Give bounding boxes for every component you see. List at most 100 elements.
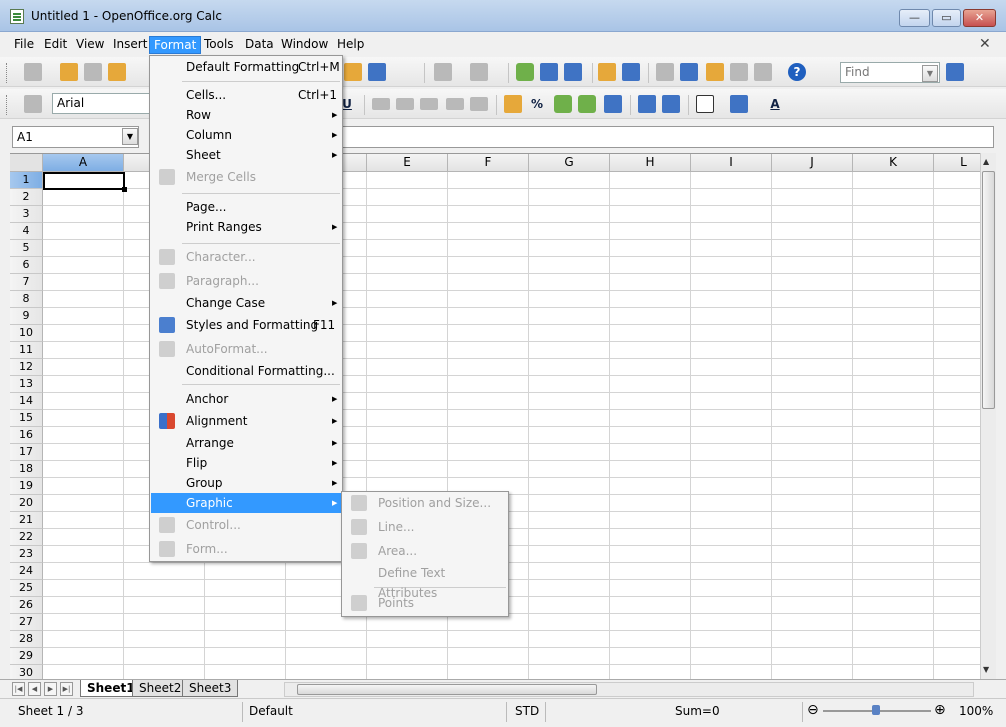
borders-icon[interactable] (696, 95, 714, 113)
menu-format[interactable]: Format (149, 36, 202, 54)
graphic-menu-area[interactable]: Area... (343, 541, 507, 561)
format-menu-flip[interactable]: Flip ▶ (151, 453, 341, 473)
row-header-17[interactable]: 17 (10, 444, 43, 461)
menu-data[interactable]: Data (241, 36, 278, 54)
format-menu-character[interactable]: Character... (151, 247, 341, 267)
zoom-in-icon[interactable]: ⊕ (934, 702, 946, 718)
undo-icon[interactable] (434, 63, 452, 81)
sort-descending-icon[interactable] (564, 63, 582, 81)
redo-icon[interactable] (470, 63, 488, 81)
menu-view[interactable]: View (72, 36, 108, 54)
close-window-button[interactable]: ✕ (963, 9, 996, 27)
find-dropdown-icon[interactable]: ▼ (922, 65, 938, 82)
menu-insert[interactable]: Insert (109, 36, 151, 54)
menu-edit[interactable]: Edit (40, 36, 71, 54)
format-menu-autoformat[interactable]: AutoFormat... (151, 339, 341, 359)
row-header-19[interactable]: 19 (10, 478, 43, 495)
zoom-slider-knob[interactable] (872, 705, 880, 715)
increase-indent-icon[interactable] (662, 95, 680, 113)
row-header-12[interactable]: 12 (10, 359, 43, 376)
row-header-1[interactable]: 1 (10, 172, 43, 189)
first-sheet-icon[interactable]: |◀ (12, 682, 25, 696)
row-header-11[interactable]: 11 (10, 342, 43, 359)
horizontal-scroll-thumb[interactable] (297, 684, 597, 695)
percent-icon[interactable]: % (528, 95, 546, 113)
last-sheet-icon[interactable]: ▶| (60, 682, 73, 696)
currency-icon[interactable] (504, 95, 522, 113)
horizontal-scrollbar[interactable] (284, 682, 974, 697)
background-color-icon[interactable] (730, 95, 748, 113)
scroll-down-icon[interactable]: ▼ (983, 665, 989, 674)
paste-icon[interactable] (344, 63, 362, 81)
row-header-2[interactable]: 2 (10, 189, 43, 206)
vertical-scroll-thumb[interactable] (982, 171, 995, 409)
column-header-f[interactable]: F (448, 154, 529, 172)
format-menu-column[interactable]: Column ▶ (151, 125, 341, 145)
zoom-out-icon[interactable]: ⊖ (807, 702, 819, 718)
row-header-22[interactable]: 22 (10, 529, 43, 546)
navigator-icon[interactable] (680, 63, 698, 81)
vertical-scrollbar[interactable]: ▲ ▼ (980, 153, 996, 679)
format-menu-page[interactable]: Page... (151, 197, 341, 217)
row-header-8[interactable]: 8 (10, 291, 43, 308)
clone-formatting-icon[interactable] (368, 63, 386, 81)
delete-decimal-icon[interactable] (604, 95, 622, 113)
format-menu-sheet[interactable]: Sheet ▶ (151, 145, 341, 165)
name-box-dropdown-icon[interactable]: ▼ (122, 128, 138, 145)
row-header-28[interactable]: 28 (10, 631, 43, 648)
menu-help[interactable]: Help (333, 36, 368, 54)
format-menu-row[interactable]: Row ▶ (151, 105, 341, 125)
format-menu-form[interactable]: Form... (151, 539, 341, 559)
row-header-30[interactable]: 30 (10, 665, 43, 679)
format-menu-cells[interactable]: Cells... Ctrl+1 (151, 85, 341, 105)
format-menu-alignment[interactable]: Alignment ▶ (151, 411, 341, 431)
select-all-corner[interactable] (10, 154, 43, 172)
font-name-input[interactable]: Arial (52, 93, 152, 114)
minimize-button[interactable]: — (899, 9, 930, 27)
sheet-tab-3[interactable]: Sheet3 (182, 680, 239, 697)
help-icon[interactable]: ? (788, 63, 806, 81)
row-header-24[interactable]: 24 (10, 563, 43, 580)
format-menu-merge-cells[interactable]: Merge Cells (151, 167, 341, 187)
menu-tools[interactable]: Tools (200, 36, 238, 54)
row-header-18[interactable]: 18 (10, 461, 43, 478)
row-header-7[interactable]: 7 (10, 274, 43, 291)
save-icon[interactable] (84, 63, 102, 81)
previous-sheet-icon[interactable]: ◀ (28, 682, 41, 696)
menu-file[interactable]: File (10, 36, 38, 54)
column-header-h[interactable]: H (610, 154, 691, 172)
gallery-icon[interactable] (706, 63, 724, 81)
add-decimal-icon[interactable] (578, 95, 596, 113)
sheet-tab-2[interactable]: Sheet2 (132, 680, 189, 697)
format-menu-conditional-formatting[interactable]: Conditional Formatting... (151, 361, 341, 381)
row-header-6[interactable]: 6 (10, 257, 43, 274)
styles-formatting-icon[interactable] (24, 95, 42, 113)
open-folder-icon[interactable] (60, 63, 78, 81)
row-header-29[interactable]: 29 (10, 648, 43, 665)
zoom-level[interactable]: 100% (959, 704, 993, 718)
align-left-icon[interactable] (372, 98, 390, 110)
column-header-i[interactable]: I (691, 154, 772, 172)
next-sheet-icon[interactable]: ▶ (44, 682, 57, 696)
name-box[interactable]: A1 (12, 126, 139, 148)
column-header-j[interactable]: J (772, 154, 853, 172)
font-color-icon[interactable]: A (766, 95, 784, 113)
page-style[interactable]: Default (249, 704, 293, 718)
column-header-k[interactable]: K (853, 154, 934, 172)
new-document-icon[interactable] (24, 63, 42, 81)
format-menu-styles-and-formatting[interactable]: Styles and Formatting F11 (151, 315, 341, 335)
row-header-16[interactable]: 16 (10, 427, 43, 444)
active-cell-cursor[interactable] (43, 172, 127, 192)
graphic-menu-points[interactable]: Points (343, 593, 507, 613)
menu-window[interactable]: Window (277, 36, 332, 54)
row-header-27[interactable]: 27 (10, 614, 43, 631)
graphic-menu-define-text-attributes[interactable]: Define Text Attributes (343, 563, 507, 600)
show-draw-functions-icon[interactable] (622, 63, 640, 81)
row-header-13[interactable]: 13 (10, 376, 43, 393)
format-menu-arrange[interactable]: Arrange ▶ (151, 433, 341, 453)
align-right-icon[interactable] (420, 98, 438, 110)
row-header-3[interactable]: 3 (10, 206, 43, 223)
row-header-20[interactable]: 20 (10, 495, 43, 512)
row-header-23[interactable]: 23 (10, 546, 43, 563)
toolbar-grip[interactable] (6, 63, 9, 83)
